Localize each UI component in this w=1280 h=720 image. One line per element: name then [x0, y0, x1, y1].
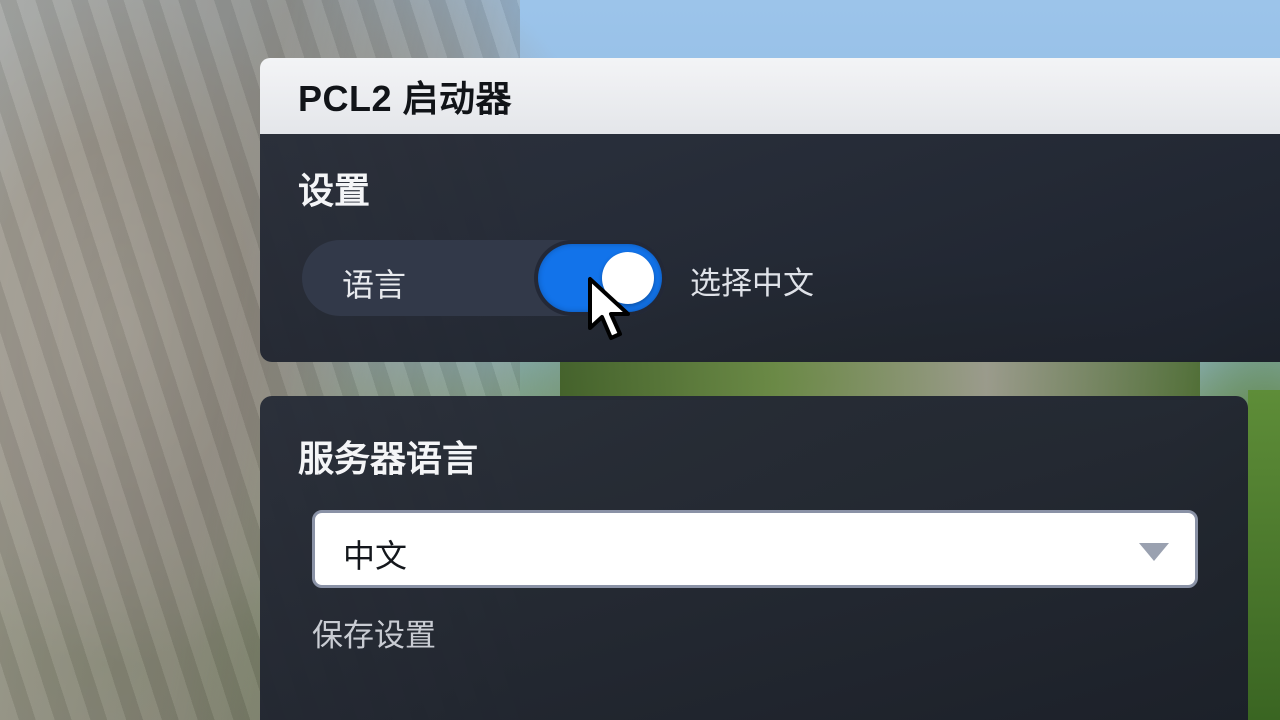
- server-language-select[interactable]: 中文: [312, 510, 1198, 588]
- toggle-caption: 选择中文: [690, 266, 814, 302]
- settings-heading: 设置: [298, 171, 371, 212]
- app-title: PCL2 启动器: [298, 78, 513, 119]
- app-titlebar: PCL2 启动器: [260, 58, 1280, 134]
- save-settings-button[interactable]: 保存设置: [312, 610, 436, 655]
- settings-panel: 设置 语言 选择中文: [260, 134, 1280, 362]
- selected-language-value: 中文: [343, 537, 408, 575]
- server-language-panel: 服务器语言 中文 保存设置: [260, 396, 1248, 720]
- chevron-down-icon: [1139, 543, 1169, 561]
- language-label: 语言: [342, 266, 407, 304]
- background-foliage: [560, 360, 1200, 400]
- server-language-heading: 服务器语言: [298, 439, 479, 480]
- background-trees: [1248, 390, 1280, 720]
- mouse-pointer-icon: [588, 277, 630, 340]
